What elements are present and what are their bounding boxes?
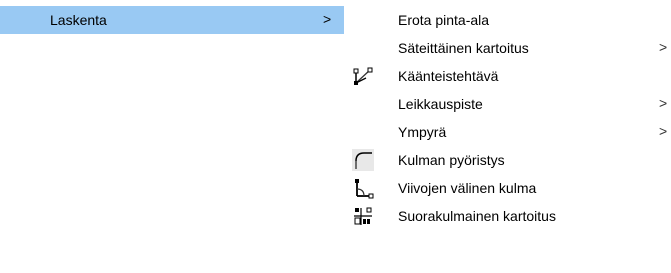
menu-item-label: Kulman pyöristys <box>398 152 505 168</box>
parent-menu: Laskenta > <box>0 0 344 273</box>
submenu-arrow-icon: > <box>323 11 332 27</box>
menu-item-laskenta[interactable]: Laskenta > <box>0 6 344 34</box>
menu-item-label: Suorakulmainen kartoitus <box>398 208 556 224</box>
menu-item-sateittainen-kartoitus[interactable]: Säteittäinen kartoitus > <box>344 34 671 62</box>
menu-item-kaanteistehtava[interactable]: Käänteistehtävä <box>344 62 671 90</box>
submenu-laskenta: Erota pinta-ala Säteittäinen kartoitus >… <box>344 0 671 273</box>
submenu-arrow-icon: > <box>659 123 668 139</box>
angle-between-lines-icon <box>352 177 374 199</box>
submenu-arrow-icon: > <box>659 95 668 111</box>
menu-item-ympyra[interactable]: Ympyrä > <box>344 118 671 146</box>
menu-item-erota-pinta-ala[interactable]: Erota pinta-ala <box>344 6 671 34</box>
menu-item-suorakulmainen-kartoitus[interactable]: Suorakulmainen kartoitus <box>344 202 671 230</box>
menu-item-label: Viivojen välinen kulma <box>398 180 537 196</box>
menu-item-kulman-pyoristys[interactable]: Kulman pyöristys <box>344 146 671 174</box>
submenu-arrow-icon: > <box>659 39 668 55</box>
menu-item-label: Käänteistehtävä <box>398 68 499 84</box>
menu-item-label: Laskenta <box>50 12 107 28</box>
menu-item-label: Säteittäinen kartoitus <box>398 40 529 56</box>
inverse-problem-icon <box>352 65 374 87</box>
rectangular-survey-icon <box>352 205 374 227</box>
menu-item-label: Ympyrä <box>398 124 447 140</box>
menu-item-leikkauspiste[interactable]: Leikkauspiste > <box>344 90 671 118</box>
menu-item-label: Leikkauspiste <box>398 96 483 112</box>
menu-item-label: Erota pinta-ala <box>398 12 490 28</box>
corner-rounding-icon <box>352 149 374 171</box>
menu-item-viivojen-valinen-kulma[interactable]: Viivojen välinen kulma <box>344 174 671 202</box>
